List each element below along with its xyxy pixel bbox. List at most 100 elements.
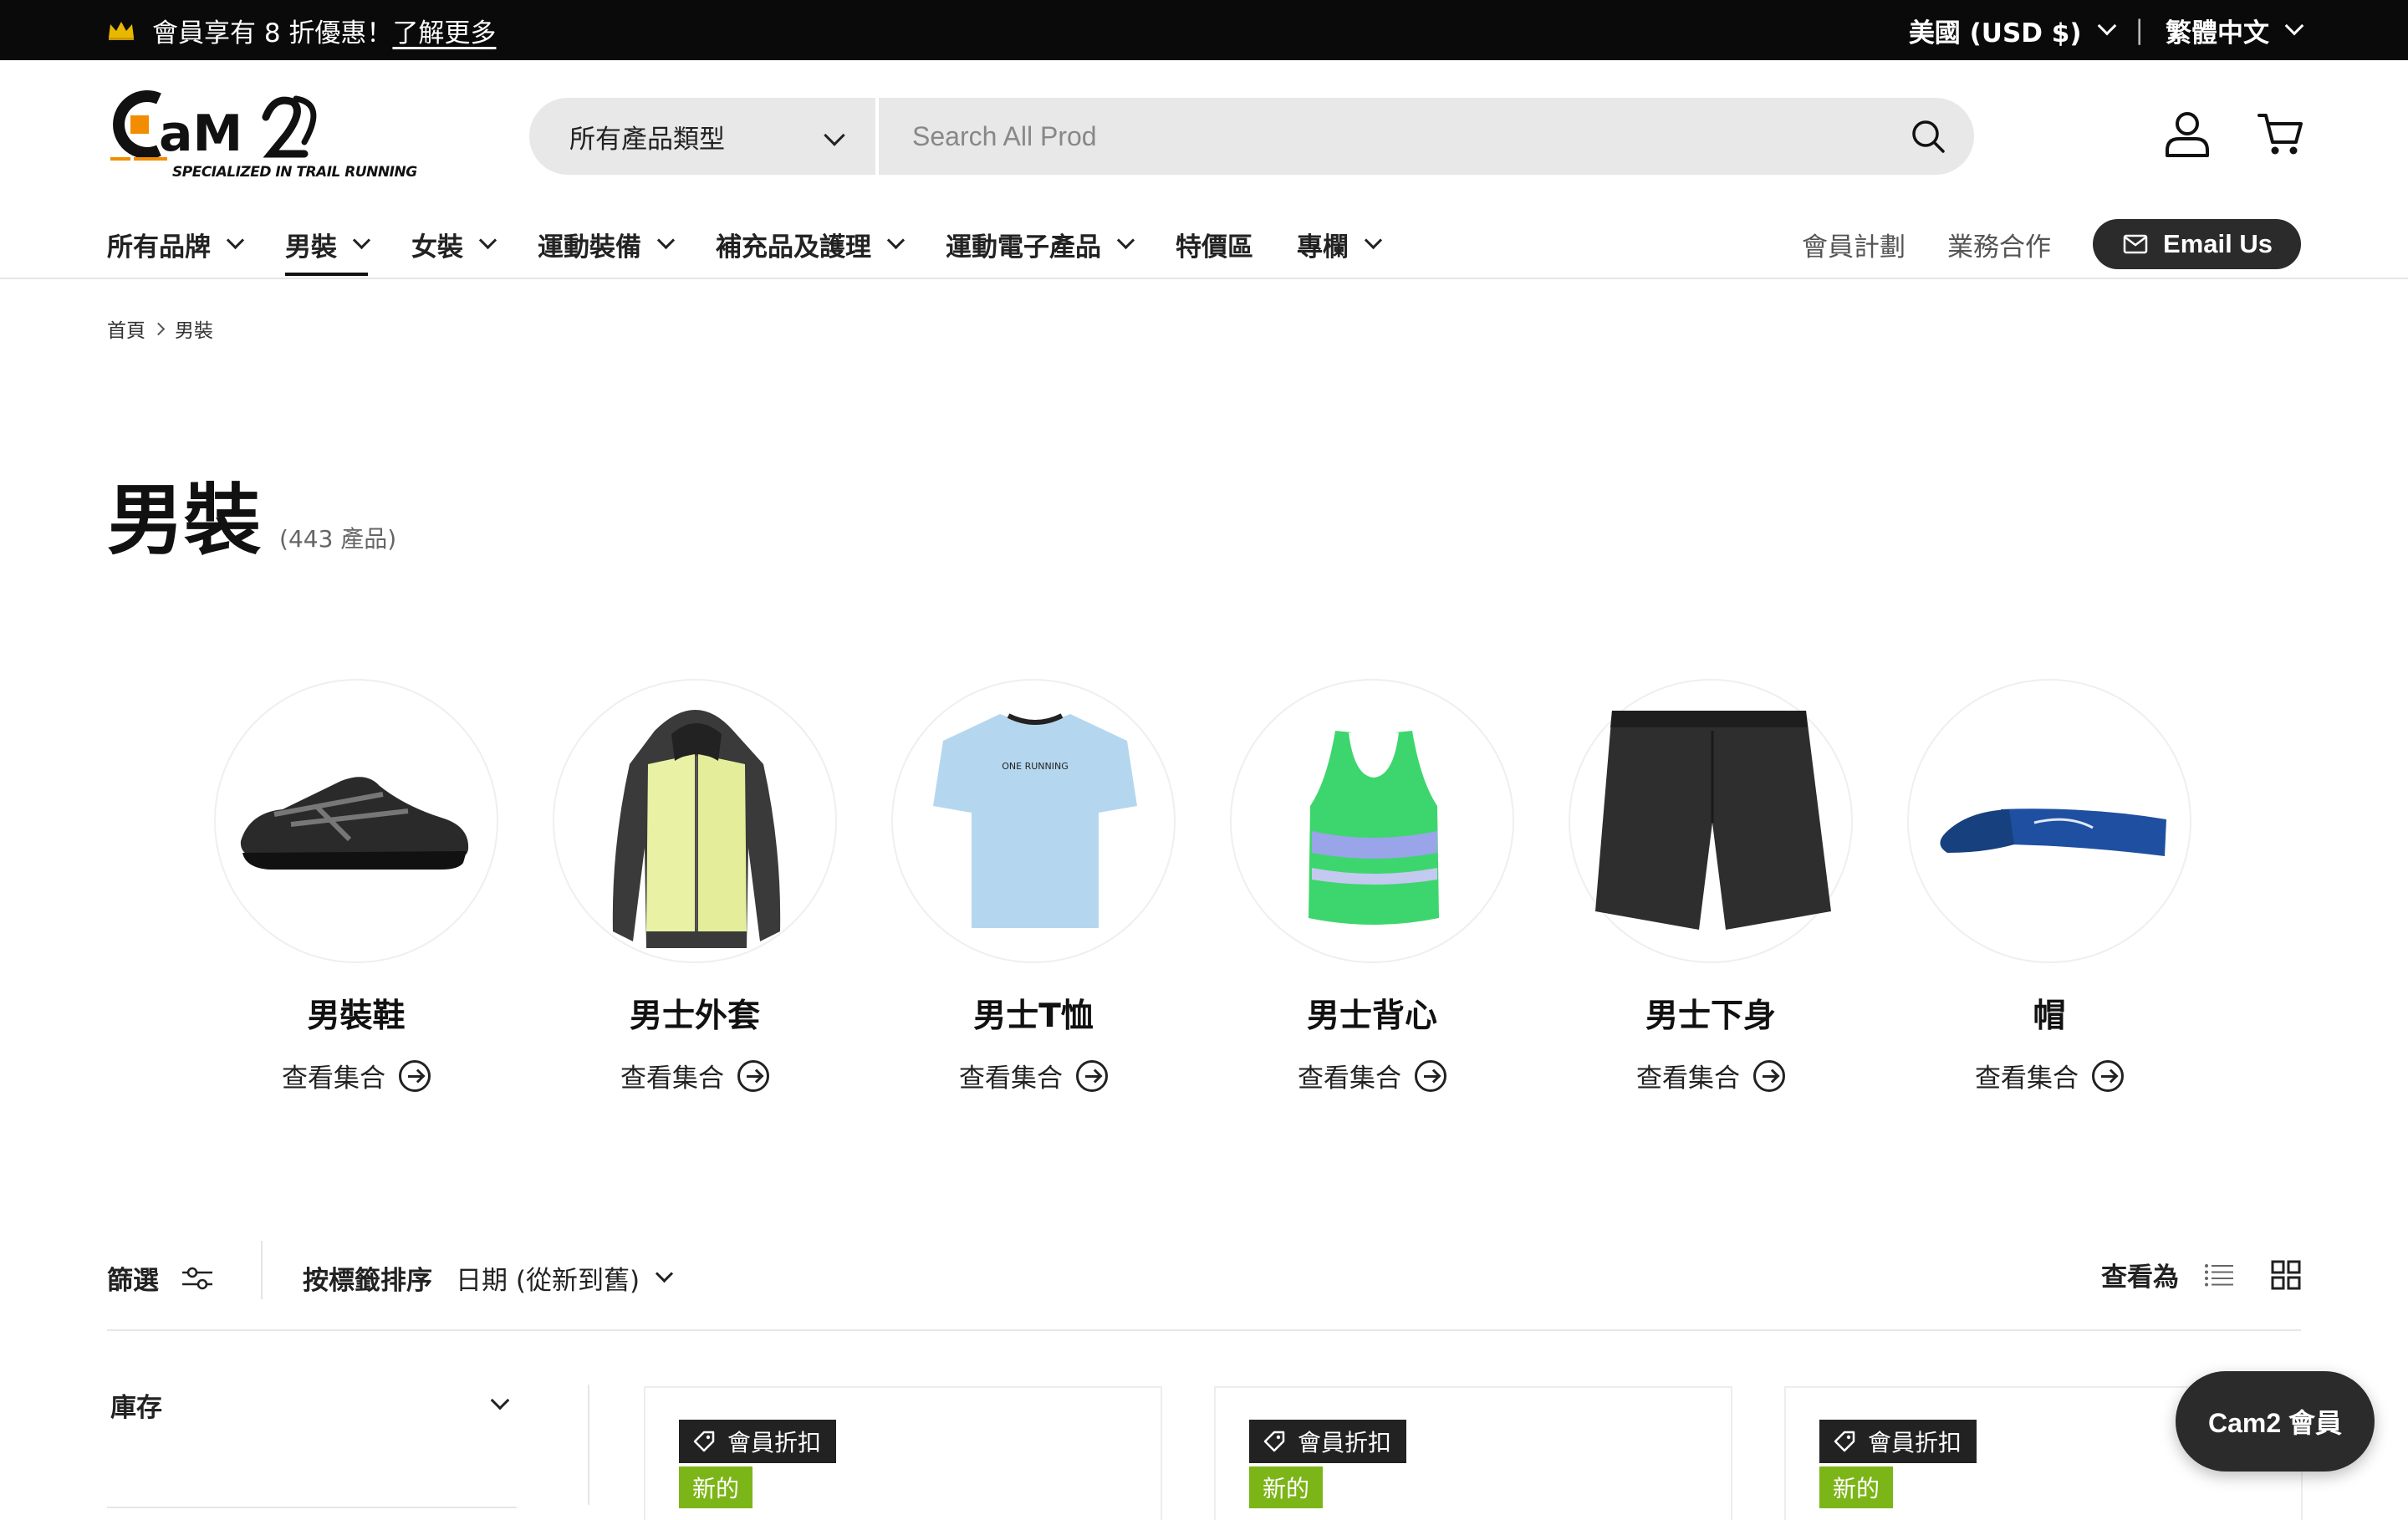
- tshirt-image-icon: ONE RUNNING: [933, 713, 1137, 928]
- view-collection-link[interactable]: 查看集合: [553, 1057, 837, 1094]
- subcategory-image: [1230, 679, 1514, 963]
- region-selector[interactable]: 美國 (USD $): [1909, 12, 2116, 49]
- divider: [107, 1507, 517, 1508]
- product-card[interactable]: 會員折扣 新的: [644, 1386, 1162, 1520]
- chevron-down-icon: [886, 231, 906, 249]
- search-category-select[interactable]: 所有產品類型: [529, 98, 879, 175]
- site-logo[interactable]: aM SPECIALIZED IN TRAIL RUNNING: [107, 87, 417, 186]
- subcategory-image: [1569, 679, 1853, 963]
- filter-label: 篩選: [107, 1266, 159, 1296]
- member-discount-badge: 會員折扣: [1819, 1420, 1977, 1463]
- divider: |: [2135, 15, 2144, 45]
- learn-more-link[interactable]: 了解更多: [392, 12, 496, 49]
- list-view-icon[interactable]: [2204, 1263, 2234, 1287]
- new-badge: 新的: [679, 1466, 753, 1508]
- sliders-icon: [182, 1267, 212, 1289]
- member-floating-button[interactable]: Cam2 會員: [2176, 1371, 2375, 1472]
- arrow-right-circle-icon: [1076, 1059, 1108, 1092]
- product-card[interactable]: 會員折扣 新的: [1214, 1386, 1732, 1520]
- view-collection-link[interactable]: 查看集合: [1230, 1057, 1514, 1094]
- visor-image-icon: [1940, 808, 2166, 856]
- nav-item-men[interactable]: 男裝: [285, 219, 371, 276]
- subcategory-card-shoes[interactable]: 男裝鞋 查看集合: [214, 679, 498, 1094]
- view-collection-link[interactable]: 查看集合: [214, 1057, 498, 1094]
- member-plan-link[interactable]: 會員計劃: [1802, 226, 1905, 263]
- collection-toolbar: 篩選 按標籤排序 日期 (從新到舊) 查看為: [107, 1237, 2301, 1318]
- mail-icon: [2123, 234, 2148, 254]
- view-collection-link[interactable]: 查看集合: [891, 1057, 1176, 1094]
- announcement-text: 會員享有 8 折優惠！: [152, 18, 393, 48]
- svg-text:aM: aM: [159, 105, 242, 162]
- tshirt-print-text: ONE RUNNING: [1002, 761, 1068, 772]
- search-input[interactable]: [879, 98, 1882, 175]
- subcategory-image: ONE RUNNING: [891, 679, 1176, 963]
- search-icon: [1912, 120, 1945, 153]
- chevron-down-icon: [352, 231, 371, 249]
- cart-icon[interactable]: [2254, 107, 2308, 161]
- shorts-image-icon: [1595, 711, 1831, 930]
- view-collection-link[interactable]: 查看集合: [1907, 1057, 2191, 1094]
- member-discount-badge: 會員折扣: [679, 1420, 837, 1463]
- subcategory-card-bottoms[interactable]: 男士下身 查看集合: [1569, 679, 1853, 1094]
- sort-select[interactable]: 按標籤排序 日期 (從新到舊): [303, 1259, 674, 1297]
- breadcrumb-current: 男裝: [175, 320, 213, 342]
- subcategory-name: 男士T恤: [973, 997, 1094, 1035]
- sort-value: 日期 (從新到舊): [456, 1266, 640, 1296]
- nav-item-brands[interactable]: 所有品牌: [107, 219, 245, 269]
- chevron-down-icon: [655, 1264, 674, 1283]
- view-collection-label: 查看集合: [1975, 1063, 2079, 1094]
- nav-label: 特價區: [1176, 232, 1253, 263]
- nav-label: 補充品及護理: [716, 232, 871, 263]
- language-selector[interactable]: 繁體中文: [2166, 12, 2304, 49]
- announcement-left: 會員享有 8 折優惠！ 了解更多: [107, 0, 496, 60]
- chevron-down-icon: [1116, 231, 1135, 249]
- chevron-down-icon: [490, 1390, 510, 1410]
- chevron-down-icon: [2284, 16, 2304, 36]
- breadcrumb-home[interactable]: 首頁: [107, 314, 145, 343]
- filter-group-stock[interactable]: 庫存: [107, 1380, 517, 1430]
- announcement-bar: 會員享有 8 折優惠！ 了解更多 美國 (USD $) | 繁體中文: [0, 0, 2408, 60]
- chevron-down-icon: [1364, 231, 1383, 249]
- vest-image-icon: [1309, 731, 1439, 925]
- arrow-right-circle-icon: [1415, 1059, 1446, 1092]
- crown-icon: [109, 22, 134, 40]
- chevron-down-icon: [226, 231, 245, 249]
- member-discount-badge: 會員折扣: [1249, 1420, 1407, 1463]
- subcategory-list: 男裝鞋 查看集合 男士外套 查看集合 ONE RUNNING 男士T恤 查看集合: [214, 679, 2194, 1097]
- divider: [0, 278, 2408, 279]
- subcategory-card-jackets[interactable]: 男士外套 查看集合: [553, 679, 837, 1094]
- subcategory-card-vests[interactable]: 男士背心 查看集合: [1230, 679, 1514, 1094]
- nav-item-sale[interactable]: 特價區: [1176, 219, 1253, 269]
- grid-view-icon[interactable]: [2271, 1260, 2301, 1290]
- email-us-button[interactable]: Email Us: [2093, 219, 2301, 269]
- search-button[interactable]: [1882, 98, 1974, 175]
- page-title: 男裝: [107, 476, 262, 565]
- nav-item-electronics[interactable]: 運動電子產品: [946, 219, 1135, 269]
- business-link[interactable]: 業務合作: [1947, 226, 2051, 263]
- filter-button[interactable]: 篩選: [107, 1259, 214, 1297]
- chevron-down-icon: [2097, 16, 2116, 36]
- tag-icon: [693, 1431, 715, 1452]
- view-collection-link[interactable]: 查看集合: [1569, 1057, 1853, 1094]
- nav-label: 男裝: [285, 232, 337, 263]
- sort-label: 按標籤排序: [303, 1266, 432, 1296]
- arrow-right-circle-icon: [737, 1059, 769, 1092]
- subcategory-card-tshirts[interactable]: ONE RUNNING 男士T恤 查看集合: [891, 679, 1176, 1094]
- view-collection-label: 查看集合: [1636, 1063, 1740, 1094]
- subcategory-name: 男士外套: [629, 997, 760, 1035]
- locale-selectors: 美國 (USD $) | 繁體中文: [1909, 0, 2304, 60]
- nav-label: 運動裝備: [538, 232, 641, 263]
- nav-item-gear[interactable]: 運動裝備: [538, 219, 676, 269]
- logo-tagline: SPECIALIZED IN TRAIL RUNNING: [172, 164, 417, 181]
- nav-item-women[interactable]: 女裝: [411, 219, 497, 269]
- view-collection-label: 查看集合: [620, 1063, 724, 1094]
- subcategory-name: 男士背心: [1306, 997, 1437, 1035]
- nav-item-supplements[interactable]: 補充品及護理: [716, 219, 906, 269]
- account-icon[interactable]: [2161, 107, 2214, 161]
- subcategory-card-hats[interactable]: 帽 查看集合: [1907, 679, 2191, 1094]
- nav-item-columns[interactable]: 專欄: [1297, 219, 1383, 269]
- filter-group-label: 庫存: [110, 1392, 162, 1423]
- divider: [261, 1241, 263, 1299]
- new-badge: 新的: [1819, 1466, 1894, 1508]
- view-collection-label: 查看集合: [282, 1063, 385, 1094]
